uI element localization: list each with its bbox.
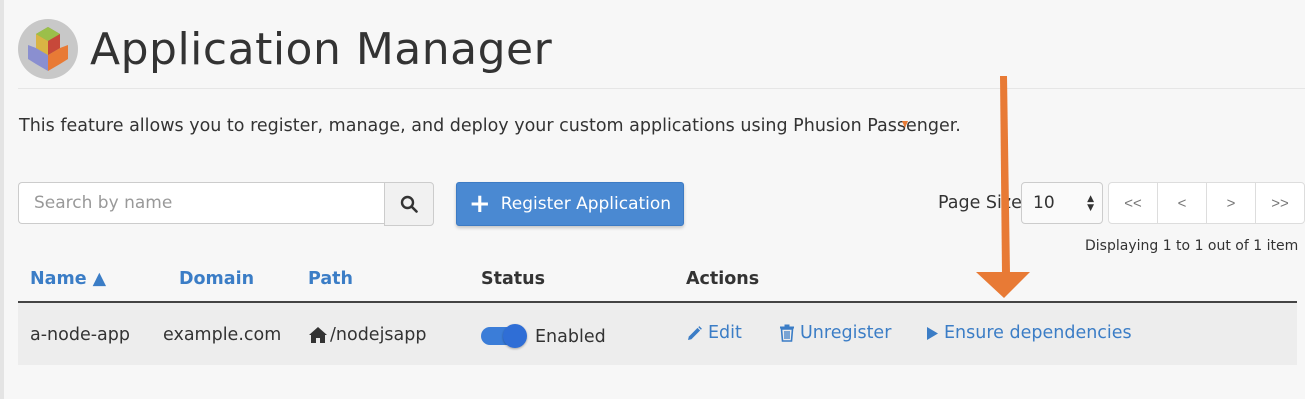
edit-action[interactable]: Edit <box>686 323 742 343</box>
home-icon <box>309 327 327 343</box>
search-button[interactable] <box>384 182 434 226</box>
column-header-name[interactable]: Name ▲ <box>30 269 106 289</box>
register-application-button[interactable]: + Register Application <box>456 182 684 226</box>
edit-label: Edit <box>708 323 742 343</box>
column-header-actions: Actions <box>686 269 760 289</box>
pager-first[interactable]: << <box>1108 182 1158 224</box>
trash-icon <box>780 324 794 342</box>
pagination: << < > >> <box>1108 182 1305 224</box>
cell-path: /nodejsapp <box>308 325 427 345</box>
column-header-path[interactable]: Path <box>308 269 353 289</box>
app-manager-logo <box>18 19 78 79</box>
cell-name: a-node-app <box>30 325 130 345</box>
search-input[interactable] <box>18 182 384 224</box>
column-header-domain[interactable]: Domain <box>179 269 254 289</box>
left-border <box>0 0 4 399</box>
page-size-select[interactable]: 10 ▲ ▼ <box>1021 182 1103 224</box>
page-size-value: 10 <box>1033 193 1055 213</box>
cell-domain: example.com <box>163 325 282 345</box>
status-toggle[interactable] <box>481 324 527 348</box>
plus-icon: + <box>468 189 491 219</box>
pager-last[interactable]: >> <box>1255 182 1305 224</box>
register-application-label: Register Application <box>500 194 672 214</box>
play-icon <box>927 326 938 340</box>
header-divider <box>18 88 1305 89</box>
unregister-label: Unregister <box>800 323 892 343</box>
ensure-dependencies-label: Ensure dependencies <box>944 323 1132 343</box>
search-icon <box>400 195 418 213</box>
column-header-status: Status <box>481 269 546 289</box>
displaying-count: Displaying 1 to 1 out of 1 item <box>1085 238 1299 254</box>
select-arrows-icon: ▲ ▼ <box>1087 194 1094 213</box>
search-group <box>18 182 434 226</box>
pager-next[interactable]: > <box>1206 182 1256 224</box>
page-title: Application Manager <box>90 23 553 75</box>
unregister-action[interactable]: Unregister <box>779 323 891 343</box>
pager-prev[interactable]: < <box>1157 182 1207 224</box>
status-label: Enabled <box>535 327 606 347</box>
path-text: /nodejsapp <box>330 325 427 345</box>
pencil-icon <box>688 325 702 340</box>
page-size-label: Page Size <box>938 193 1022 213</box>
toggle-knob <box>503 324 527 348</box>
ensure-dependencies-action[interactable]: Ensure dependencies <box>926 323 1132 343</box>
page-header: Application Manager <box>18 14 552 84</box>
feature-description: This feature allows you to register, man… <box>19 116 961 136</box>
